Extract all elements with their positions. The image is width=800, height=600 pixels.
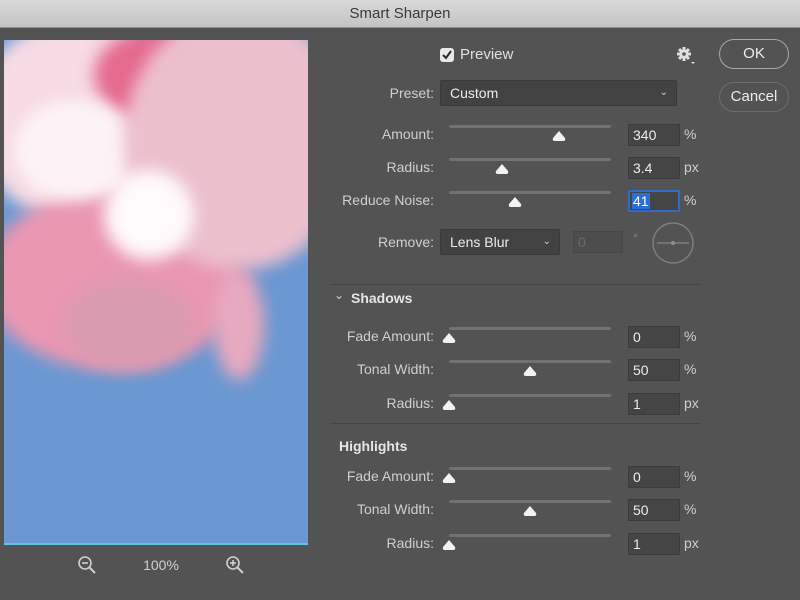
smart-sharpen-dialog: 100% Preview OK Cancel Preset: Custom ⌄ bbox=[0, 28, 800, 600]
gear-icon[interactable] bbox=[676, 46, 696, 66]
chevron-down-icon: ⌄ bbox=[659, 87, 668, 98]
tonal-width-unit: % bbox=[684, 501, 697, 517]
fade-amount-unit: % bbox=[684, 468, 697, 484]
amount-label: Amount: bbox=[381, 126, 434, 142]
tonal-width-field[interactable]: 50 bbox=[628, 359, 680, 381]
fade-amount-slider-thumb[interactable] bbox=[442, 473, 456, 484]
radius-unit: px bbox=[684, 395, 699, 411]
window-title: Smart Sharpen bbox=[349, 5, 451, 22]
ok-button[interactable]: OK bbox=[719, 39, 789, 69]
checkmark-icon bbox=[442, 50, 452, 60]
radius-slider-track[interactable] bbox=[449, 534, 611, 537]
remove-value: Lens Blur bbox=[450, 234, 510, 250]
radius-slider-track[interactable] bbox=[449, 394, 611, 397]
radius-slider-thumb[interactable] bbox=[442, 540, 456, 551]
amount-field[interactable]: 340 bbox=[628, 124, 680, 146]
tonal-width-label: Tonal Width: bbox=[356, 361, 434, 377]
preview-image[interactable] bbox=[4, 40, 308, 545]
radius-slider-thumb[interactable] bbox=[495, 164, 509, 175]
window-title-bar: Smart Sharpen bbox=[0, 0, 800, 28]
fade-amount-slider-track[interactable] bbox=[449, 467, 611, 470]
reduce-noise-field[interactable]: 41 bbox=[628, 190, 680, 212]
amount-slider-track[interactable] bbox=[449, 125, 611, 128]
radius-unit: px bbox=[684, 535, 699, 551]
section-divider bbox=[330, 423, 700, 424]
zoom-out-icon[interactable] bbox=[76, 554, 98, 576]
zoom-level: 100% bbox=[143, 557, 179, 573]
angle-field: 0 bbox=[573, 231, 623, 253]
amount-unit: % bbox=[684, 126, 697, 142]
preset-select[interactable]: Custom ⌄ bbox=[440, 80, 677, 106]
radius-slider-thumb[interactable] bbox=[442, 400, 456, 411]
fade-amount-slider-track[interactable] bbox=[449, 327, 611, 330]
radius-label: Radius: bbox=[386, 159, 434, 175]
fade-amount-label: Fade Amount: bbox=[346, 328, 434, 344]
remove-select[interactable]: Lens Blur ⌄ bbox=[440, 229, 560, 255]
cancel-button[interactable]: Cancel bbox=[719, 82, 789, 112]
dropdown-caret-icon bbox=[691, 62, 695, 64]
radius-field[interactable]: 1 bbox=[628, 393, 680, 415]
tonal-width-unit: % bbox=[684, 361, 697, 377]
tonal-width-field[interactable]: 50 bbox=[628, 499, 680, 521]
zoom-in-icon[interactable] bbox=[224, 554, 246, 576]
remove-label: Remove: bbox=[377, 234, 434, 250]
amount-slider-thumb[interactable] bbox=[552, 131, 566, 142]
fade-amount-unit: % bbox=[684, 328, 697, 344]
preset-value: Custom bbox=[450, 85, 499, 101]
tonal-width-slider-track[interactable] bbox=[449, 500, 611, 503]
chevron-down-icon: ⌄ bbox=[542, 236, 551, 247]
reduce-noise-slider-thumb[interactable] bbox=[508, 197, 522, 208]
fade-amount-field[interactable]: 0 bbox=[628, 466, 680, 488]
reduce-noise-slider-track[interactable] bbox=[449, 191, 611, 194]
reduce-noise-label: Reduce Noise: bbox=[342, 192, 434, 208]
fade-amount-field[interactable]: 0 bbox=[628, 326, 680, 348]
radius-label: Radius: bbox=[386, 395, 434, 411]
shadows-collapse-icon[interactable]: ⌄ bbox=[334, 288, 344, 302]
tonal-width-label: Tonal Width: bbox=[356, 501, 434, 517]
radius-field[interactable]: 1 bbox=[628, 533, 680, 555]
preview-label[interactable]: Preview bbox=[460, 46, 513, 63]
preview-zoom-controls: 100% bbox=[76, 554, 246, 576]
preview-checkbox[interactable] bbox=[440, 48, 454, 62]
reduce-noise-unit: % bbox=[684, 192, 697, 208]
fade-amount-slider-thumb[interactable] bbox=[442, 333, 456, 344]
preset-label: Preset: bbox=[389, 85, 434, 101]
radius-unit: px bbox=[684, 159, 699, 175]
tonal-width-slider-track[interactable] bbox=[449, 360, 611, 363]
tonal-width-slider-thumb[interactable] bbox=[523, 366, 537, 377]
fade-amount-label: Fade Amount: bbox=[346, 468, 434, 484]
section-divider bbox=[330, 284, 700, 285]
shadows-section-title[interactable]: Shadows bbox=[351, 290, 412, 306]
highlights-section-title: Highlights bbox=[339, 438, 408, 454]
radius-label: Radius: bbox=[386, 535, 434, 551]
tonal-width-slider-thumb[interactable] bbox=[523, 506, 537, 517]
radius-field[interactable]: 3.4 bbox=[628, 157, 680, 179]
angle-dial bbox=[652, 222, 694, 264]
radius-slider-track[interactable] bbox=[449, 158, 611, 161]
degree-symbol: ° bbox=[633, 231, 638, 245]
